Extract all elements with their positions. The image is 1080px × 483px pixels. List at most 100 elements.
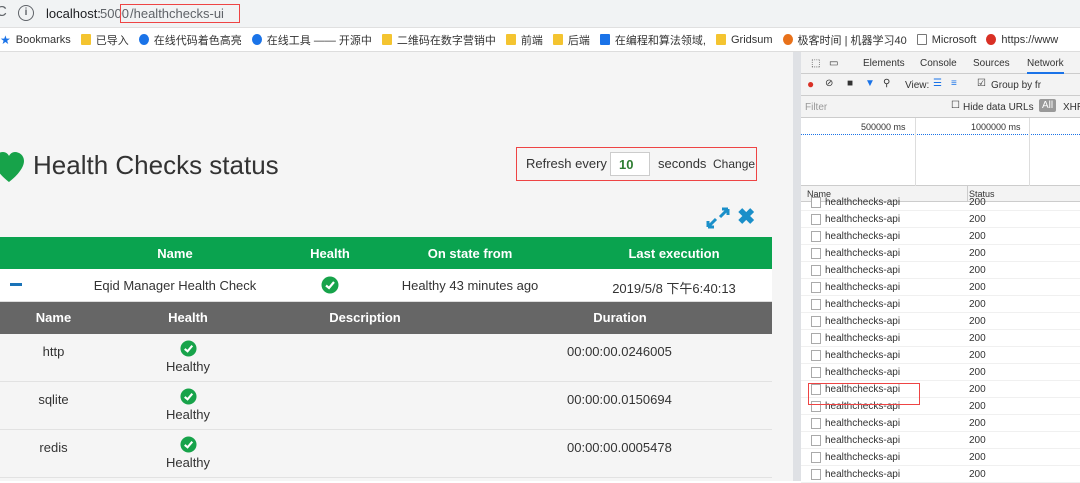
check-circle-icon [179,340,197,357]
collapse-icon[interactable] [10,283,22,286]
request-name: healthchecks-api [825,333,901,344]
heart-icon [0,152,24,182]
tab-network[interactable]: Network [1027,58,1064,74]
request-name: healthchecks-api [825,435,901,446]
filter-bar: Filter ☐ Hide data URLs All XHR [801,96,1080,118]
network-row[interactable]: healthchecks-api 200 [801,279,1080,296]
request-status: 200 [969,282,986,293]
request-name: healthchecks-api [825,282,901,293]
site-icon [138,34,149,45]
page-icon [916,34,927,45]
file-icon [811,316,821,327]
bookmark-item[interactable]: Gridsum [715,34,773,46]
request-status: 200 [969,469,986,480]
network-row[interactable]: healthchecks-api 200 [801,245,1080,262]
star-icon: ★ [0,32,11,47]
request-name: healthchecks-api [825,248,901,259]
info-icon[interactable]: i [18,5,34,21]
network-row[interactable]: healthchecks-api 200 [801,330,1080,347]
group-checkbox[interactable]: ☑ [977,78,986,89]
network-row[interactable]: healthchecks-api 200 [801,347,1080,364]
request-name: healthchecks-api [825,367,901,378]
check-circle-icon [179,388,197,405]
check-circle-icon [179,436,197,453]
filter-input[interactable]: Filter [805,102,827,113]
record-icon[interactable]: ● [807,77,814,91]
view-label: View: [905,80,930,91]
file-icon [811,367,821,378]
request-name: healthchecks-api [825,265,901,276]
request-status: 200 [969,316,986,327]
file-icon [811,248,821,259]
network-row[interactable]: healthchecks-api 200 [801,313,1080,330]
file-icon [811,333,821,344]
reload-icon[interactable]: C [0,3,7,20]
bookmark-item[interactable]: 二维码在数字营销中 [381,32,496,48]
tab-sources[interactable]: Sources [973,58,1010,69]
devtools-tabbar: ⬚ ▭ Elements Console Sources Network [801,52,1080,74]
request-name: healthchecks-api [825,299,901,310]
filter-xhr[interactable]: XHR [1063,102,1080,113]
zhihu-icon [599,34,610,45]
file-icon [811,231,821,242]
filter-icon[interactable]: ▼ [865,78,875,89]
network-row[interactable]: healthchecks-api 200 [801,466,1080,483]
bookmark-item[interactable]: ★ Bookmarks [0,33,71,47]
bookmark-item[interactable]: 在线代码着色高亮 [138,32,242,48]
filter-all[interactable]: All [1039,99,1057,112]
change-button[interactable]: Change [713,157,755,171]
bookmark-item[interactable]: 已导入 [80,32,129,48]
refresh-interval-input[interactable] [610,152,650,176]
hide-checkbox[interactable]: ☐ [951,100,960,111]
bookmarks-bar: ★ Bookmarks 已导入 在线代码着色高亮 在线工具 —— 开源中 二维码在… [0,28,1080,52]
request-name: healthchecks-api [825,214,901,225]
highlight-box [808,383,920,405]
clear-icon[interactable]: ⊘ [825,78,833,89]
network-row[interactable]: healthchecks-api 200 [801,415,1080,432]
table-row[interactable]: Eqid Manager Health Check Healthy 43 min… [0,269,772,302]
request-name: healthchecks-api [825,452,901,463]
bookmark-item[interactable]: 在线工具 —— 开源中 [251,32,372,48]
bookmark-item[interactable]: 在编程和算法领域, [599,32,706,48]
inspect-icon[interactable]: ⬚ [811,58,820,69]
request-status: 200 [969,214,986,225]
column-header: Last execution [628,246,720,261]
network-row[interactable]: healthchecks-api 200 [801,364,1080,381]
search-icon[interactable]: ⚲ [883,78,890,89]
seconds-label: seconds [658,156,707,171]
address-bar[interactable]: C i localhost: 5000 /healthchecks-ui [0,0,1080,28]
tab-console[interactable]: Console [920,58,957,69]
expand-icon[interactable] [706,207,730,229]
bookmark-item[interactable]: 极客时间 | 机器学习40 [782,32,907,48]
device-icon[interactable]: ▭ [829,58,838,69]
close-icon[interactable]: ✖ [737,204,755,230]
url-highlight-box [120,4,240,23]
column-header: Health [310,246,350,261]
list-view-icon[interactable]: ☰ [933,78,942,89]
file-icon [811,435,821,446]
waterfall-icon[interactable]: ≡ [951,78,957,89]
column-header: Health [168,310,208,325]
network-row[interactable]: healthchecks-api 200 [801,262,1080,279]
site-icon [986,34,997,45]
bookmark-item[interactable]: Microsoft [916,34,976,46]
network-row[interactable]: healthchecks-api 200 [801,194,1080,211]
file-icon [811,214,821,225]
column-header: Name [157,246,193,261]
bookmark-item[interactable]: 后端 [552,32,590,48]
bookmark-item[interactable]: 前端 [505,32,543,48]
request-status: 200 [969,435,986,446]
request-name: healthchecks-api [825,231,901,242]
network-row[interactable]: healthchecks-api 200 [801,296,1080,313]
network-row[interactable]: healthchecks-api 200 [801,449,1080,466]
bookmark-item[interactable]: https://www [986,34,1058,46]
request-name: healthchecks-api [825,316,901,327]
network-row[interactable]: healthchecks-api 200 [801,228,1080,245]
health-label: Healthy [165,359,211,374]
network-row[interactable]: healthchecks-api 200 [801,211,1080,228]
request-status: 200 [969,299,986,310]
camera-icon[interactable]: ■ [847,78,853,89]
request-status: 200 [969,333,986,344]
network-row[interactable]: healthchecks-api 200 [801,432,1080,449]
tab-elements[interactable]: Elements [863,58,905,69]
